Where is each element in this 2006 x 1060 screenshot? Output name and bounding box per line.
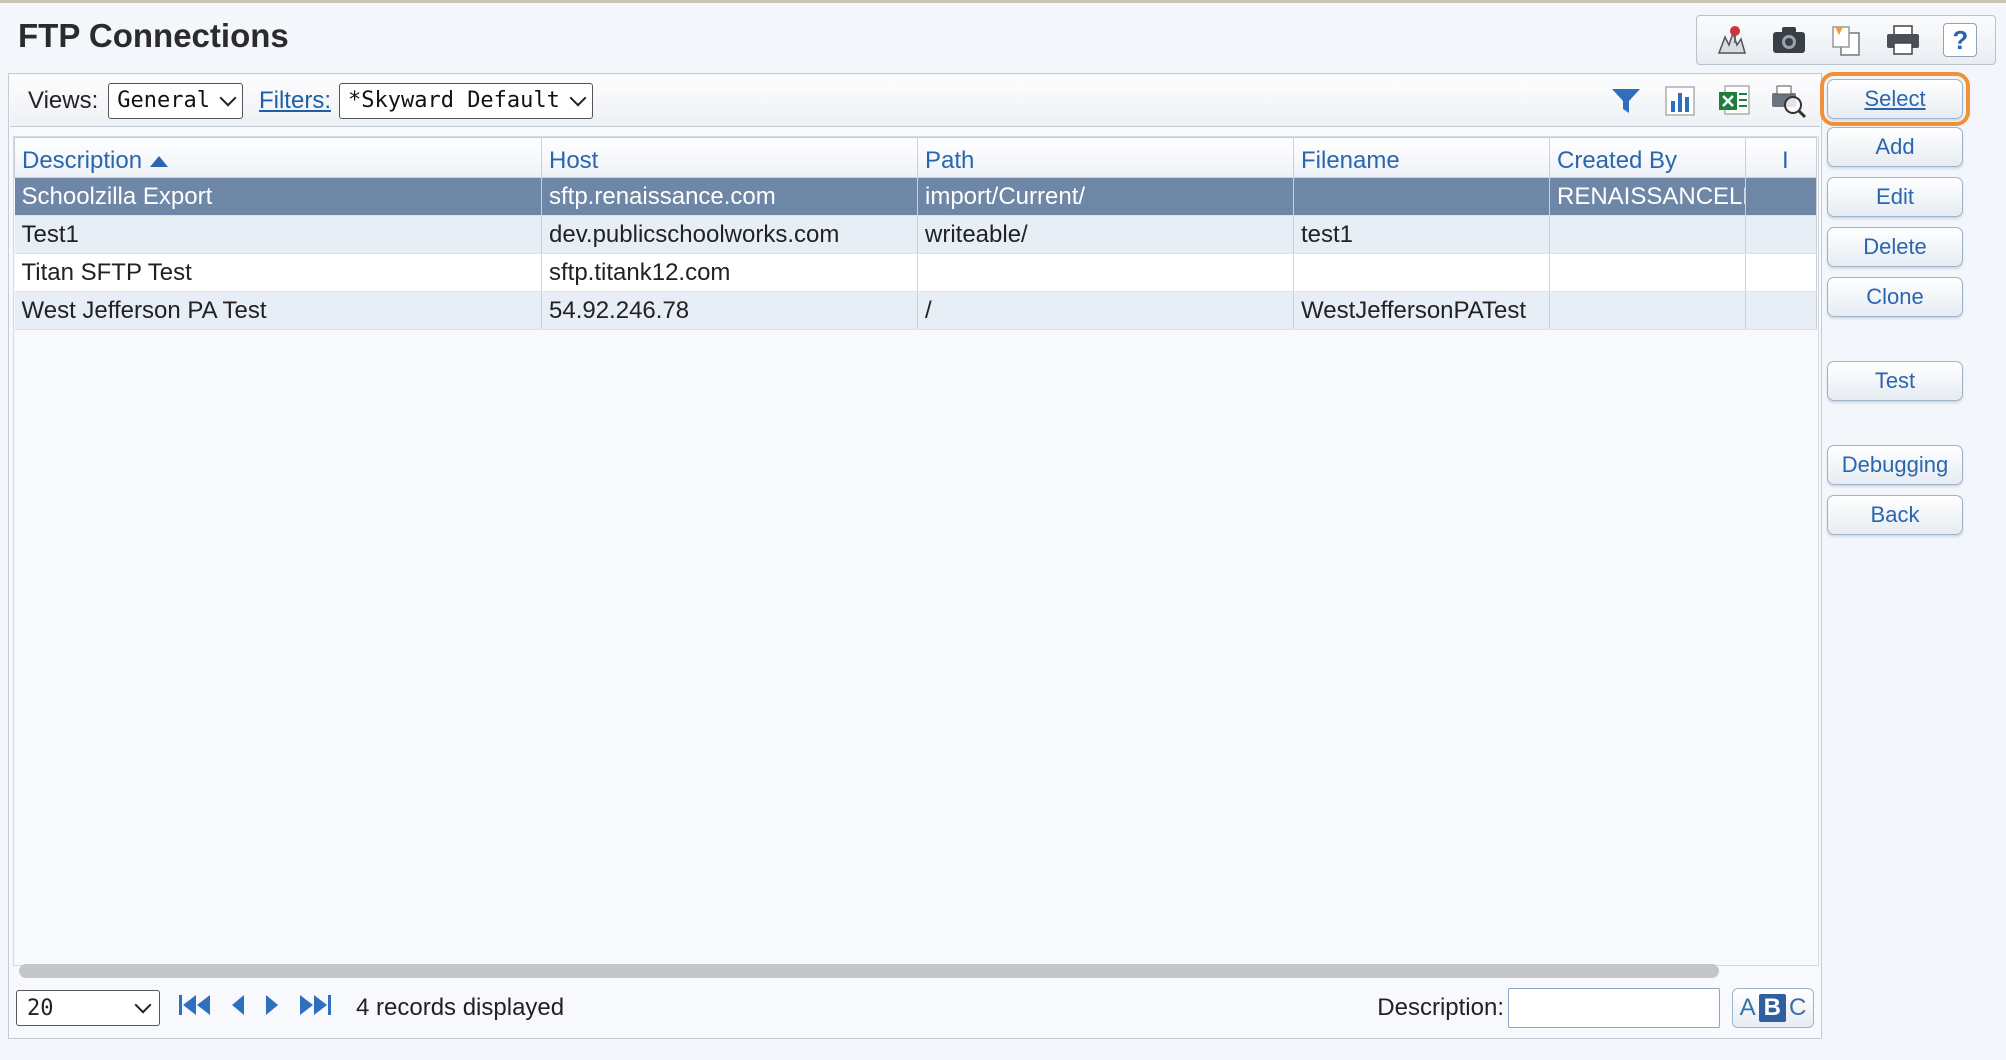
cell-filename: test1 xyxy=(1293,215,1550,254)
cell-description: Titan SFTP Test xyxy=(14,253,542,292)
table-row[interactable]: Schoolzilla Export sftp.renaissance.com … xyxy=(14,177,1817,216)
chevron-down-icon xyxy=(134,996,152,1014)
next-page-icon[interactable] xyxy=(264,993,280,1024)
column-label: Description xyxy=(22,147,143,174)
view-bar: Views: General Filters: *Skyward Default xyxy=(10,75,1820,127)
description-search-label: Description: xyxy=(1377,994,1504,1021)
grid-footer: 20 4 records displayed Description: A B … xyxy=(10,979,1820,1037)
table-row[interactable]: West Jefferson PA Test 54.92.246.78 / We… xyxy=(14,291,1817,330)
filters-value: *Skyward Default xyxy=(347,88,560,113)
view-icons xyxy=(1606,81,1808,121)
cell-filename xyxy=(1293,177,1550,216)
column-header-filename[interactable]: Filename xyxy=(1293,137,1550,178)
cell-host: sftp.titank12.com xyxy=(541,253,918,292)
first-page-icon[interactable] xyxy=(178,993,212,1024)
last-page-icon[interactable] xyxy=(298,993,332,1024)
cell-filename xyxy=(1293,253,1550,292)
abc-b: B xyxy=(1758,994,1786,1022)
chart-icon[interactable] xyxy=(1660,81,1700,121)
views-select[interactable]: General xyxy=(108,82,243,119)
filters-select[interactable]: *Skyward Default xyxy=(338,82,593,119)
page-title: FTP Connections xyxy=(18,17,289,54)
debugging-button[interactable]: Debugging xyxy=(1827,445,1963,485)
print-icon[interactable] xyxy=(1883,20,1923,60)
cell-host: dev.publicschoolworks.com xyxy=(541,215,918,254)
column-header-truncated[interactable]: I xyxy=(1745,137,1817,178)
ftp-connections-table: Description Host Path Filename Created B… xyxy=(14,137,1817,330)
horizontal-scrollbar[interactable] xyxy=(19,964,1719,978)
chevron-down-icon xyxy=(569,89,587,106)
table-row[interactable]: Test1 dev.publicschoolworks.com writeabl… xyxy=(14,215,1817,254)
column-header-description[interactable]: Description xyxy=(14,137,542,178)
delete-button[interactable]: Delete xyxy=(1827,227,1963,267)
report-problem-icon[interactable] xyxy=(1712,20,1752,60)
copy-icon[interactable] xyxy=(1826,20,1866,60)
page-size-select[interactable]: 20 xyxy=(16,990,160,1026)
cell-path: / xyxy=(917,291,1294,330)
chevron-down-icon xyxy=(219,89,237,106)
column-header-created-by[interactable]: Created By xyxy=(1549,137,1746,178)
cell-host: sftp.renaissance.com xyxy=(541,177,918,216)
previous-page-icon[interactable] xyxy=(230,993,246,1024)
views-label: Views: xyxy=(28,86,99,114)
cell-created-by xyxy=(1549,291,1746,330)
cell-extra xyxy=(1745,215,1817,254)
cell-path: import/Current/ xyxy=(917,177,1294,216)
top-toolbar: ? xyxy=(1696,15,1996,65)
column-header-host[interactable]: Host xyxy=(541,137,918,178)
cell-description: Schoolzilla Export xyxy=(14,177,542,216)
camera-icon[interactable] xyxy=(1769,20,1809,60)
clone-button[interactable]: Clone xyxy=(1827,277,1963,317)
abc-a: A xyxy=(1739,994,1756,1021)
ftp-connections-grid: Description Host Path Filename Created B… xyxy=(13,136,1819,966)
records-count: 4 records displayed xyxy=(356,994,565,1021)
main-panel: Views: General Filters: *Skyward Default xyxy=(8,73,1822,1039)
description-search-input[interactable] xyxy=(1508,988,1720,1028)
print-preview-icon[interactable] xyxy=(1768,81,1808,121)
cell-description: West Jefferson PA Test xyxy=(14,291,542,330)
cell-created-by: RENAISSANCELEA xyxy=(1549,177,1746,216)
alphabetical-search-button[interactable]: A B C xyxy=(1732,988,1814,1028)
page-size-value: 20 xyxy=(27,995,54,1021)
filter-icon[interactable] xyxy=(1606,81,1646,121)
edit-button[interactable]: Edit xyxy=(1827,177,1963,217)
cell-host: 54.92.246.78 xyxy=(541,291,918,330)
back-button[interactable]: Back xyxy=(1827,495,1963,535)
cell-description: Test1 xyxy=(14,215,542,254)
cell-created-by xyxy=(1549,215,1746,254)
excel-export-icon[interactable] xyxy=(1714,81,1754,121)
cell-filename: WestJeffersonPATest xyxy=(1293,291,1550,330)
cell-extra xyxy=(1745,177,1817,216)
cell-created-by xyxy=(1549,253,1746,292)
sort-ascending-icon xyxy=(150,156,169,167)
cell-extra xyxy=(1745,291,1817,330)
cell-path xyxy=(917,253,1294,292)
help-icon[interactable]: ? xyxy=(1940,20,1980,60)
cell-path: writeable/ xyxy=(917,215,1294,254)
select-button[interactable]: Select xyxy=(1820,72,1970,126)
column-header-path[interactable]: Path xyxy=(917,137,1294,178)
add-button[interactable]: Add xyxy=(1827,127,1963,167)
abc-c: C xyxy=(1789,994,1807,1021)
views-value: General xyxy=(117,88,210,113)
cell-extra xyxy=(1745,253,1817,292)
table-row[interactable]: Titan SFTP Test sftp.titank12.com xyxy=(14,253,1817,292)
pager xyxy=(178,993,332,1024)
help-label: ? xyxy=(1943,23,1978,57)
test-button[interactable]: Test xyxy=(1827,361,1963,401)
table-header-row: Description Host Path Filename Created B… xyxy=(14,137,1817,178)
filters-link[interactable]: Filters: xyxy=(259,87,331,115)
